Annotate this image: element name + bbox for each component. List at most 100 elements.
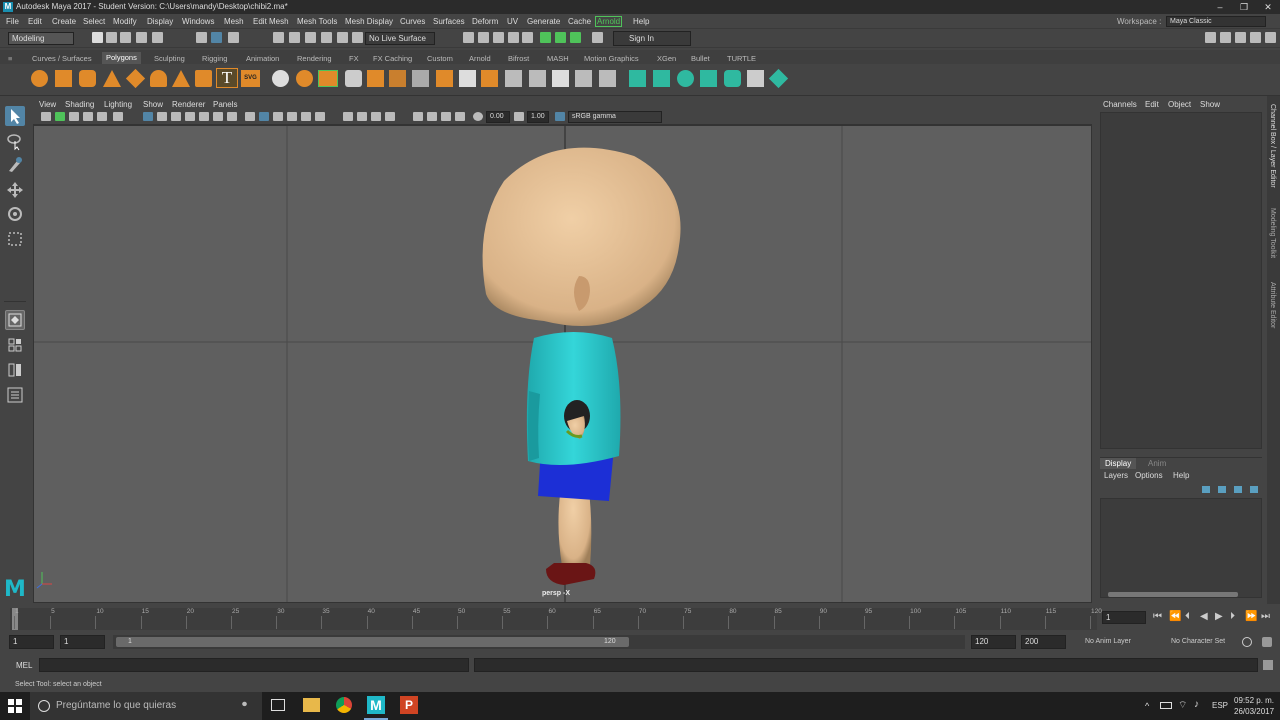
tab-rigging[interactable]: Rigging <box>202 54 227 63</box>
render-frame-icon[interactable] <box>463 32 474 43</box>
snap-plane-icon[interactable] <box>321 32 332 43</box>
menu-file[interactable]: File <box>6 17 19 26</box>
move-tool-icon[interactable] <box>5 180 25 200</box>
attribute-editor-icon[interactable] <box>1220 32 1231 43</box>
vp-menu-view[interactable]: View <box>39 100 56 109</box>
clock-time[interactable]: 09:52 p. m. <box>1234 696 1274 705</box>
tab-sculpting[interactable]: Sculpting <box>154 54 185 63</box>
single-perspective-layout-icon[interactable] <box>5 310 25 330</box>
bookmark-icon[interactable] <box>69 112 79 121</box>
exposure-icon[interactable] <box>473 112 483 121</box>
task-view-icon[interactable] <box>271 699 285 711</box>
separate-icon[interactable] <box>296 70 313 87</box>
tab-xgen[interactable]: XGen <box>657 54 676 63</box>
perspective-viewport[interactable]: persp -X <box>33 125 1092 603</box>
menu-deform[interactable]: Deform <box>472 17 498 26</box>
move-layer-up-icon[interactable] <box>1202 486 1210 493</box>
play-backwards-icon[interactable]: ◀ <box>1200 611 1208 622</box>
xray-icon[interactable] <box>427 112 437 121</box>
layer-tab-display[interactable]: Display <box>1100 458 1137 469</box>
sidetab-attribute-editor[interactable]: Attribute Editor <box>1269 282 1276 328</box>
ambient-occlusion-icon[interactable] <box>343 112 353 121</box>
network-icon[interactable]: ⌔ <box>1178 699 1187 712</box>
four-view-layout-icon[interactable] <box>5 335 25 355</box>
ipr-render-icon[interactable] <box>478 32 489 43</box>
current-frame-field[interactable]: 1 <box>1102 611 1146 624</box>
go-to-end-icon[interactable]: ⏭ <box>1261 611 1270 622</box>
cb-menu-channels[interactable]: Channels <box>1103 100 1137 109</box>
film-gate-icon[interactable] <box>157 112 167 121</box>
anim-layer-dropdown[interactable]: No Anim Layer <box>1085 638 1131 645</box>
color-management-icon[interactable] <box>555 112 565 121</box>
tab-rendering[interactable]: Rendering <box>297 54 332 63</box>
2d-pan-zoom-icon[interactable] <box>97 112 107 121</box>
show-hidden-icons-icon[interactable]: ^ <box>1145 701 1149 711</box>
isolate-select-icon[interactable] <box>413 112 423 121</box>
grease-pencil-icon[interactable] <box>113 112 123 121</box>
menu-create[interactable]: Create <box>52 17 76 26</box>
mel-label[interactable]: MEL <box>16 661 32 670</box>
safe-action-icon[interactable] <box>213 112 223 121</box>
mode-dropdown[interactable]: Modeling <box>8 32 74 45</box>
mel-input[interactable] <box>39 658 469 672</box>
script-editor-icon[interactable] <box>1263 660 1273 670</box>
vp-menu-renderer[interactable]: Renderer <box>172 100 205 109</box>
toggle-panels-icon[interactable] <box>592 32 603 43</box>
volume-icon[interactable]: ♪ <box>1194 699 1199 710</box>
menu-windows[interactable]: Windows <box>182 17 214 26</box>
anti-aliasing-icon[interactable] <box>371 112 381 121</box>
extract-icon[interactable] <box>389 70 406 87</box>
smooth-icon[interactable] <box>318 70 338 87</box>
vp-menu-shading[interactable]: Shading <box>65 100 94 109</box>
sidetab-channel-box[interactable]: Channel Box / Layer Editor <box>1269 104 1276 188</box>
extrude-icon[interactable] <box>436 70 453 87</box>
poly-cone-icon[interactable] <box>103 70 121 87</box>
cb-menu-edit[interactable]: Edit <box>1145 100 1159 109</box>
tab-turtle[interactable]: TURTLE <box>727 54 756 63</box>
shelf-menu-icon[interactable]: ≡ <box>8 54 12 63</box>
character-set-dropdown[interactable]: No Character Set <box>1171 638 1225 645</box>
animation-end-field[interactable]: 200 <box>1021 635 1066 649</box>
outliner-layout-icon[interactable] <box>5 360 25 380</box>
target-weld-icon[interactable] <box>599 70 616 87</box>
range-slider-handle[interactable]: 1 <box>116 637 629 647</box>
menu-surfaces[interactable]: Surfaces <box>433 17 465 26</box>
tab-arnold[interactable]: Arnold <box>469 54 491 63</box>
menu-select[interactable]: Select <box>83 17 105 26</box>
tab-fx-caching[interactable]: FX Caching <box>373 54 412 63</box>
microphone-icon[interactable]: ⏺ <box>242 699 247 710</box>
vp-menu-show[interactable]: Show <box>143 100 163 109</box>
sidetab-modeling-toolkit[interactable]: Modeling Toolkit <box>1269 208 1276 258</box>
tab-motion-graphics[interactable]: Motion Graphics <box>584 54 639 63</box>
select-objects-icon[interactable] <box>211 32 222 43</box>
grid-toggle-icon[interactable] <box>143 112 153 121</box>
outliner-icon[interactable] <box>5 385 25 405</box>
layer-tab-anim[interactable]: Anim <box>1148 459 1166 468</box>
poly-pipe-icon[interactable] <box>195 70 212 87</box>
powerpoint-icon[interactable]: P <box>400 696 418 714</box>
modeling-toolkit-icon[interactable] <box>1205 32 1216 43</box>
automatic-uv-icon[interactable] <box>700 70 717 87</box>
tab-mash[interactable]: MASH <box>547 54 569 63</box>
menu-edit-mesh[interactable]: Edit Mesh <box>253 17 289 26</box>
new-scene-icon[interactable] <box>92 32 103 43</box>
wireframe-icon[interactable] <box>245 112 255 121</box>
playback-end-field[interactable]: 120 <box>971 635 1016 649</box>
tool-settings-icon[interactable] <box>1235 32 1246 43</box>
bevel-icon[interactable] <box>459 70 476 87</box>
vp-menu-panels[interactable]: Panels <box>213 100 237 109</box>
step-back-frame-icon[interactable]: ⏴ <box>1185 611 1190 622</box>
svg-tool-icon[interactable]: SVG <box>241 70 260 87</box>
depth-of-field-icon[interactable] <box>385 112 395 121</box>
poly-plane-icon[interactable] <box>150 70 167 87</box>
menu-arnold[interactable]: Arnold <box>595 16 623 27</box>
xray-joints-icon[interactable] <box>441 112 451 121</box>
menu-uv[interactable]: UV <box>507 17 518 26</box>
scale-tool-icon[interactable] <box>5 229 25 249</box>
wireframe-on-shaded-icon[interactable] <box>273 112 283 121</box>
step-back-key-icon[interactable]: ⏪ <box>1169 611 1181 622</box>
auto-key-icon[interactable] <box>1242 637 1252 647</box>
tab-animation[interactable]: Animation <box>246 54 279 63</box>
shadows-icon[interactable] <box>315 112 325 121</box>
arnold-view-icon[interactable] <box>570 32 581 43</box>
